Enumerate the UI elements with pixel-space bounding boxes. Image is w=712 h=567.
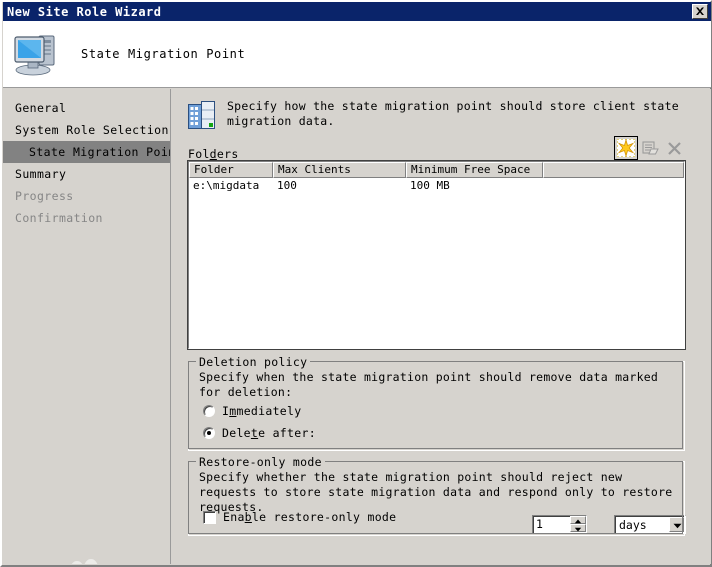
title-bar[interactable]: New Site Role Wizard	[3, 2, 711, 21]
column-header-max-clients[interactable]: Max Clients	[273, 162, 406, 178]
deletion-policy-group: Deletion policy Specify when the state m…	[188, 361, 685, 451]
yellow-starburst-icon	[617, 139, 635, 157]
cell-minimum-free-space: 100 MB	[406, 178, 543, 193]
sidebar-item-progress: Progress	[3, 185, 170, 207]
wizard-banner: State Migration Point	[3, 21, 711, 88]
column-header-minimum-free-space[interactable]: Minimum Free Space	[406, 162, 543, 178]
deletion-policy-description: Specify when the state migration point s…	[199, 370, 677, 400]
radio-immediately-label: Immediately	[222, 404, 301, 418]
sidebar-item-state-migration-point[interactable]: State Migration Point	[3, 141, 170, 163]
window-title: New Site Role Wizard	[7, 5, 162, 19]
sidebar-item-confirmation: Confirmation	[3, 207, 170, 229]
restore-only-mode-description: Specify whether the state migration poin…	[199, 470, 677, 515]
wizard-window: New Site Role Wizard State Migration Poi…	[0, 0, 712, 567]
folders-list-header: Folder Max Clients Minimum Free Space	[189, 162, 684, 178]
wizard-step-nav: General System Role Selection State Migr…	[3, 89, 171, 564]
watermark-graphic	[61, 544, 117, 564]
deletion-policy-legend: Deletion policy	[196, 355, 310, 369]
checkbox-label: Enable restore-only mode	[223, 510, 396, 524]
radio-delete-after-label-before: Dele	[222, 426, 251, 440]
sidebar-item-general[interactable]: General	[3, 97, 170, 119]
properties-icon	[642, 140, 659, 157]
page-description-row: Specify how the state migration point sh…	[188, 99, 700, 131]
cell-blank	[543, 178, 684, 193]
restore-only-mode-group: Restore-only mode Specify whether the st…	[188, 461, 685, 536]
folders-label-accesskey: d	[210, 147, 217, 161]
server-building-icon	[188, 101, 216, 131]
radio-immediately[interactable]: Immediately	[203, 404, 301, 418]
folders-label-after: ers	[217, 147, 239, 161]
folders-label-before: Fol	[188, 147, 210, 161]
checkbox-enable-restore-only-mode[interactable]: Enable restore-only mode	[203, 510, 396, 524]
computer-icon	[13, 31, 61, 77]
radio-immediately-indicator	[203, 405, 215, 417]
folders-list[interactable]: Folder Max Clients Minimum Free Space e:…	[188, 161, 685, 349]
sidebar-item-summary[interactable]: Summary	[3, 163, 170, 185]
delete-x-icon	[666, 140, 683, 157]
column-header-folder[interactable]: Folder	[189, 162, 273, 178]
column-header-blank[interactable]	[543, 162, 684, 178]
radio-delete-after-label-after: e after:	[258, 426, 316, 440]
checkbox-indicator	[203, 511, 216, 524]
cell-max-clients: 100	[273, 178, 406, 193]
folder-properties-button	[638, 136, 662, 160]
new-folder-button[interactable]	[614, 136, 638, 160]
radio-delete-after-indicator	[203, 427, 215, 439]
checkbox-label-before: Ena	[223, 510, 245, 524]
main-content: Specify how the state migration point sh…	[172, 89, 711, 564]
radio-delete-after[interactable]: Delete after:	[203, 426, 316, 440]
checkbox-accesskey: b	[245, 510, 252, 524]
checkbox-label-after: le restore-only mode	[252, 510, 396, 524]
sidebar-item-system-role-selection[interactable]: System Role Selection	[3, 119, 170, 141]
delete-folder-button	[662, 136, 686, 160]
radio-delete-after-label: Delete after:	[222, 426, 316, 440]
page-title: State Migration Point	[81, 47, 245, 61]
cell-folder: e:\migdata	[189, 178, 273, 193]
radio-immediately-label-after: mediately	[236, 404, 301, 418]
page-description: Specify how the state migration point sh…	[227, 99, 697, 129]
folders-label: Folders	[188, 147, 239, 161]
restore-only-mode-legend: Restore-only mode	[196, 455, 325, 469]
folders-toolbar	[614, 136, 686, 160]
close-button[interactable]	[692, 4, 708, 19]
table-row[interactable]: e:\migdata 100 100 MB	[189, 178, 684, 193]
close-icon	[695, 7, 705, 16]
